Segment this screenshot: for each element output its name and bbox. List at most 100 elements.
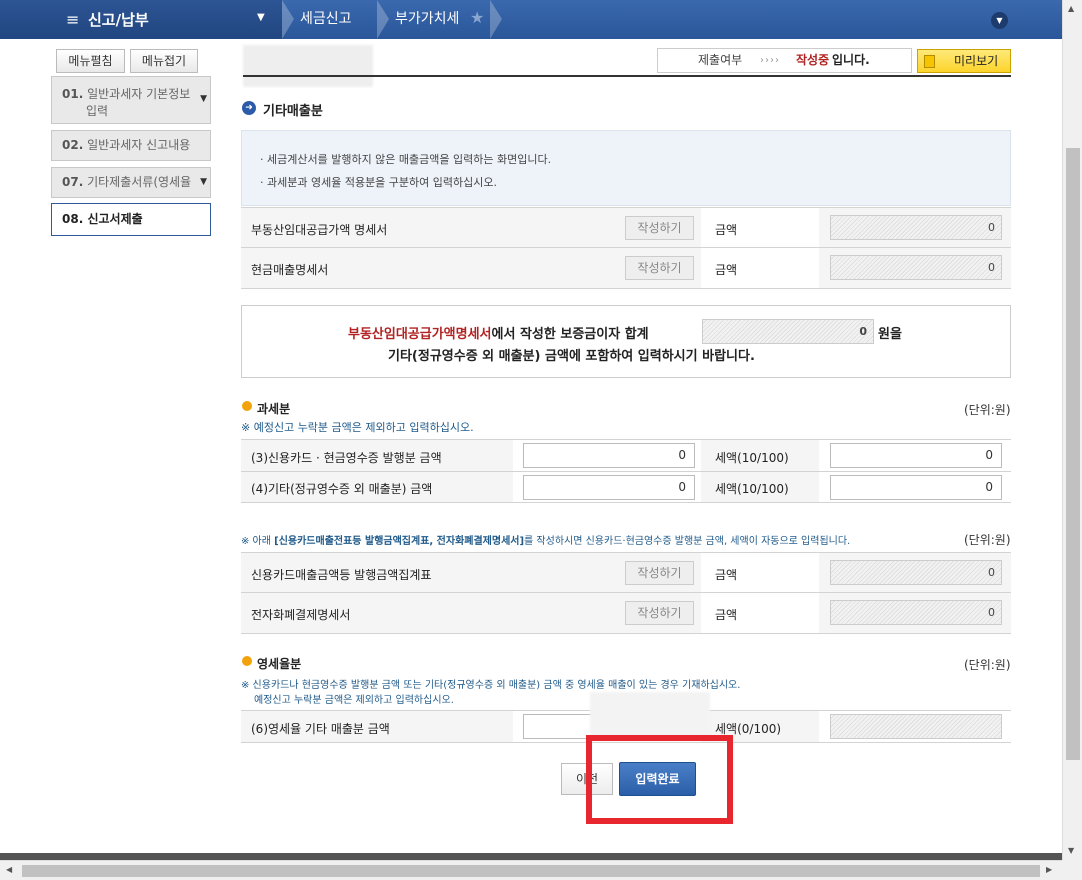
bullet-icon <box>242 401 252 411</box>
breadcrumb-separator <box>490 0 502 39</box>
amount-field: 0 <box>830 255 1002 280</box>
table-row: 현금매출명세서 작성하기 금액 0 <box>241 248 1011 289</box>
write-button[interactable]: 작성하기 <box>625 256 694 280</box>
row-label: 신용카드매출금액등 발행금액집계표 <box>251 568 432 582</box>
menu-title: 신고/납부 <box>88 11 149 29</box>
chevron-down-icon: ▼ <box>200 168 207 197</box>
write-button[interactable]: 작성하기 <box>625 216 694 240</box>
blurred-taxpayer-name <box>243 45 373 87</box>
breadcrumb-separator <box>377 0 389 39</box>
bullet-icon <box>242 656 252 666</box>
breadcrumb-separator <box>282 0 294 39</box>
table-row: (3)신용카드 · 현금영수증 발행분 금액 0 세액(10/100) 0 <box>241 439 1011 472</box>
status-arrows: ›››› <box>760 55 780 66</box>
amount-field: 0 <box>830 600 1002 625</box>
step-number: 01. <box>62 87 84 101</box>
top-navigation-bar: ≡ 신고/납부 ▼ 세금신고 부가가치세 ★ ▼ <box>0 0 1062 39</box>
header-divider <box>243 75 1011 77</box>
write-button[interactable]: 작성하기 <box>625 561 694 585</box>
horizontal-scrollbar[interactable]: ◀ ▶ <box>0 860 1062 880</box>
card-note: ※ 아래 [신용카드매출전표등 발행금액집계표, 전자화폐결제명세서]를 작성하… <box>241 532 850 547</box>
horizontal-scroll-thumb[interactable] <box>22 865 1040 877</box>
card-note-bold: [신용카드매출전표등 발행금액집계표, 전자화폐결제명세서] <box>274 536 525 547</box>
tax-label: 세액(10/100) <box>715 482 789 496</box>
collapse-menu-button[interactable]: 메뉴접기 <box>130 49 198 73</box>
step-label: 신고서제출 <box>87 212 143 226</box>
blurred-region <box>590 692 710 740</box>
table-row: 신용카드매출금액등 발행금액집계표 작성하기 금액 0 <box>241 552 1011 593</box>
scroll-right-icon[interactable]: ▶ <box>1046 865 1052 874</box>
notice-text-line2: 기타(정규영수증 외 매출분) 금액에 포함하여 입력하시기 바랍니다. <box>388 349 755 364</box>
vertical-scrollbar[interactable]: ▲ ▼ <box>1062 0 1082 861</box>
amount-label: 금액 <box>715 608 738 622</box>
notice-highlight: 부동산임대공급가액명세서 <box>348 327 492 342</box>
notice-text-suffix: 원을 <box>878 327 902 342</box>
chevron-down-icon: ▼ <box>200 94 207 104</box>
status-state: 작성중 <box>796 53 830 67</box>
other-sales-tax-input[interactable]: 0 <box>830 475 1002 500</box>
zero-rate-tax-field <box>830 714 1002 739</box>
step-number: 02. <box>62 138 84 152</box>
hamburger-icon: ≡ <box>66 10 80 29</box>
table-row: 부동산임대공급가액 명세서 작성하기 금액 0 <box>241 207 1011 248</box>
write-button[interactable]: 작성하기 <box>625 601 694 625</box>
status-label: 제출여부 <box>698 53 743 67</box>
amount-field: 0 <box>830 560 1002 585</box>
breadcrumb-tax-filing[interactable]: 세금신고 <box>300 0 352 39</box>
preview-label: 미리보기 <box>954 54 999 68</box>
amount-label: 금액 <box>715 568 738 582</box>
deposit-interest-notice: 부동산임대공급가액명세서에서 작성한 보증금이자 합계 0 원을 기타(정규영수… <box>241 305 1011 378</box>
row-label: (4)기타(정규영수증 외 매출분) 금액 <box>251 482 433 496</box>
status-suffix: 입니다. <box>832 53 870 67</box>
zero-rate-section-title: 영세율분 <box>257 657 302 671</box>
vertical-scroll-thumb[interactable] <box>1066 148 1080 760</box>
preview-button[interactable]: 미리보기 <box>917 49 1011 73</box>
tax-label: 세액(10/100) <box>715 451 789 465</box>
step-02-report-content[interactable]: 02. 일반과세자 신고내용 <box>51 130 211 161</box>
step-label: 일반과세자 신고내용 <box>87 138 191 152</box>
breadcrumb-vat[interactable]: 부가가치세 <box>395 0 459 39</box>
document-icon <box>924 55 935 68</box>
scroll-up-icon[interactable]: ▲ <box>1068 4 1074 13</box>
step-label: 기타제출서류(영세율 <box>87 175 192 189</box>
row-label: 부동산임대공급가액 명세서 <box>251 223 388 237</box>
step-number: 08. <box>62 212 84 226</box>
arrow-right-icon: ➜ <box>242 101 256 115</box>
card-note-suffix: 를 작성하시면 신용카드·현금영수증 발행분 금액, 세액이 자동으로 입력됩니… <box>524 536 851 547</box>
info-line: · 과세분과 영세율 적용분을 구분하여 입력하십시오. <box>260 176 497 189</box>
step-08-submit[interactable]: 08. 신고서제출 <box>51 203 211 236</box>
zero-rate-note-2: 예정신고 누락분 금액은 제외하고 입력하십시오. <box>254 695 454 706</box>
other-sales-amount-input[interactable]: 0 <box>523 475 695 500</box>
window-bottom-border <box>0 853 1062 860</box>
amount-label: 금액 <box>715 223 738 237</box>
info-box: · 세금계산서를 발행하지 않은 매출금액을 입력하는 화면입니다. · 과세분… <box>241 130 1011 206</box>
row-label: 전자화폐결제명세서 <box>251 608 351 622</box>
notice-text: 에서 작성한 보증금이자 합계 <box>491 327 649 342</box>
deposit-interest-total-field: 0 <box>702 319 874 344</box>
unit-label: (단위:원) <box>964 533 1011 547</box>
card-cash-receipt-amount-input[interactable]: 0 <box>523 443 695 468</box>
table-row: (4)기타(정규영수증 외 매출분) 금액 0 세액(10/100) 0 <box>241 472 1011 503</box>
step-01-basic-info[interactable]: 01. 일반과세자 기본정보 입력 ▼ <box>51 76 211 124</box>
scrollbar-corner <box>1062 860 1082 880</box>
table-row: 전자화폐결제명세서 작성하기 금액 0 <box>241 593 1011 634</box>
taxable-note: ※ 예정신고 누락분 금액은 제외하고 입력하십시오. <box>241 421 474 434</box>
unit-label: (단위:원) <box>964 403 1011 417</box>
card-note-prefix: ※ 아래 <box>241 536 275 547</box>
expand-menu-button[interactable]: 메뉴펼침 <box>56 49 125 73</box>
taxable-section-title: 과세분 <box>257 402 291 416</box>
step-07-other-documents[interactable]: 07. 기타제출서류(영세율 ▼ <box>51 167 211 198</box>
card-cash-receipt-tax-input[interactable]: 0 <box>830 443 1002 468</box>
main-menu-dropdown[interactable]: ≡ 신고/납부 ▼ <box>0 0 282 39</box>
highlight-annotation <box>586 735 733 824</box>
chevron-down-icon[interactable]: ▼ <box>991 12 1008 29</box>
row-label: (6)영세율 기타 매출분 금액 <box>251 722 390 736</box>
amount-label: 금액 <box>715 263 738 277</box>
scroll-down-icon[interactable]: ▼ <box>1068 846 1074 855</box>
section-title: 기타매출분 <box>263 104 323 119</box>
star-icon[interactable]: ★ <box>470 8 484 27</box>
scroll-left-icon[interactable]: ◀ <box>6 865 12 874</box>
amount-field: 0 <box>830 215 1002 240</box>
step-number: 07. <box>62 175 84 189</box>
row-label: (3)신용카드 · 현금영수증 발행분 금액 <box>251 451 442 465</box>
